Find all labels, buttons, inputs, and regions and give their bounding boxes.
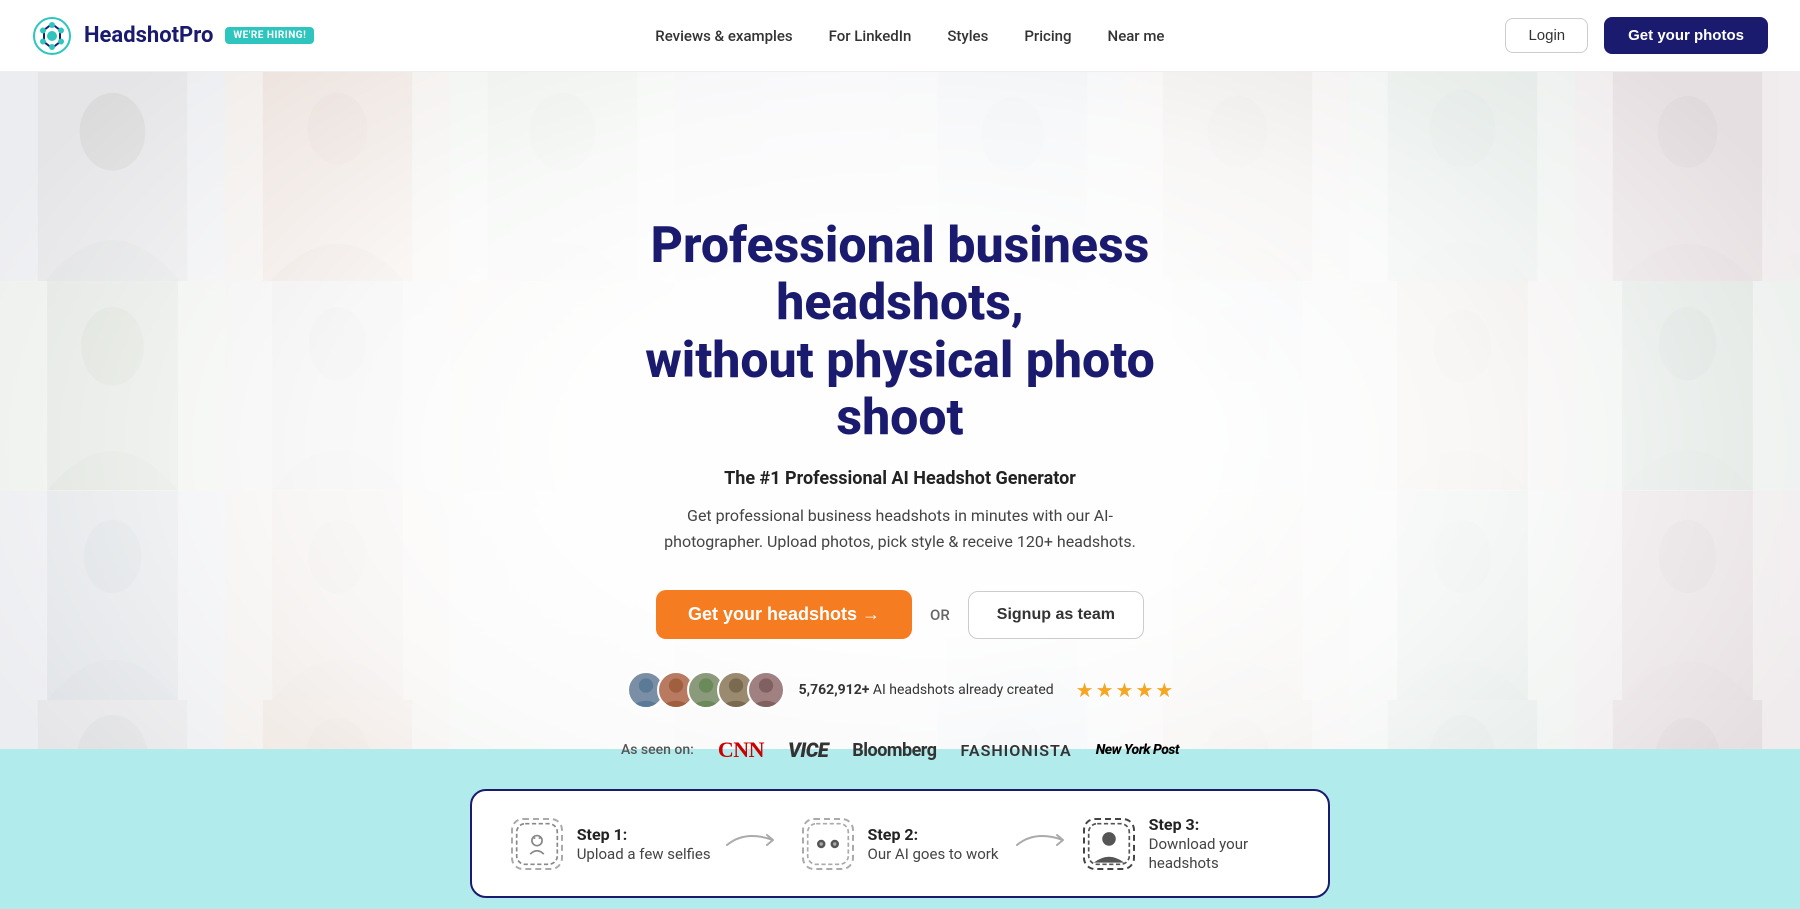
step-2: Step 2: Our AI goes to work (793, 818, 1006, 870)
step-3: Step 3: Download your headshots (1083, 815, 1296, 872)
star-4: ★ (1135, 678, 1153, 702)
step-3-icon (1083, 818, 1135, 870)
cta-row: Get your headshots → OR Signup as team (580, 590, 1220, 639)
step-1-icon (511, 818, 563, 870)
step-arrow-1 (725, 825, 785, 862)
login-button[interactable]: Login (1505, 18, 1588, 53)
step-3-text: Step 3: Download your headshots (1149, 815, 1296, 872)
proof-text: 5,762,912+ AI headshots already created (799, 682, 1054, 698)
social-proof: 5,762,912+ AI headshots already created … (580, 671, 1220, 709)
signup-team-button[interactable]: Signup as team (968, 591, 1144, 639)
hero-description: Get professional business headshots in m… (640, 503, 1160, 554)
step-1: Step 1: Upload a few selfies (504, 818, 717, 870)
navbar: HeadshotPro WE'RE HIRING! Reviews & exam… (0, 0, 1800, 72)
cnn-logo: CNN (718, 737, 764, 763)
step-2-text: Step 2: Our AI goes to work (868, 825, 999, 863)
nav-styles[interactable]: Styles (947, 27, 988, 45)
step-2-icon (802, 818, 854, 870)
hero-subtitle: The #1 Professional AI Headshot Generato… (580, 468, 1220, 489)
star-2: ★ (1096, 678, 1114, 702)
avatar-stack (627, 671, 785, 709)
avatar-5 (747, 671, 785, 709)
nav-near-me[interactable]: Near me (1108, 27, 1165, 45)
logo-icon (32, 16, 72, 56)
hero-title: Professional business headshots, without… (580, 218, 1220, 448)
navbar-left: HeadshotPro WE'RE HIRING! (32, 16, 314, 56)
bloomberg-logo: Bloomberg (852, 740, 936, 761)
or-label: OR (930, 606, 950, 624)
hero-section: Professional business headshots, without… (0, 72, 1800, 909)
vice-logo: VICE (788, 738, 828, 762)
steps-bar: Step 1: Upload a few selfies (470, 789, 1330, 898)
nav-pricing[interactable]: Pricing (1024, 27, 1071, 45)
star-3: ★ (1116, 678, 1134, 702)
star-rating: ★ ★ ★ ★ ★ (1076, 678, 1174, 702)
main-nav: Reviews & examples For LinkedIn Styles P… (655, 27, 1164, 45)
fashionista-logo: FASHIONISTA (961, 741, 1072, 760)
hero-content: Professional business headshots, without… (560, 218, 1240, 763)
as-seen-row: As seen on: CNN VICE Bloomberg FASHIONIS… (580, 737, 1220, 763)
navbar-right: Login Get your photos (1505, 17, 1768, 54)
nav-reviews[interactable]: Reviews & examples (655, 27, 792, 45)
nav-linkedin[interactable]: For LinkedIn (829, 27, 912, 45)
star-5: ★ (1155, 678, 1173, 702)
as-seen-label: As seen on: (621, 742, 694, 758)
get-photos-button[interactable]: Get your photos (1604, 17, 1768, 54)
get-headshots-button[interactable]: Get your headshots → (656, 590, 912, 639)
steps-section: Step 1: Upload a few selfies (0, 749, 1800, 909)
logo-text: HeadshotPro (84, 23, 213, 48)
nypost-logo: New York Post (1096, 742, 1179, 758)
step-1-text: Step 1: Upload a few selfies (577, 825, 711, 863)
step-arrow-2 (1015, 825, 1075, 862)
hiring-badge: WE'RE HIRING! (225, 27, 314, 44)
star-1: ★ (1076, 678, 1094, 702)
